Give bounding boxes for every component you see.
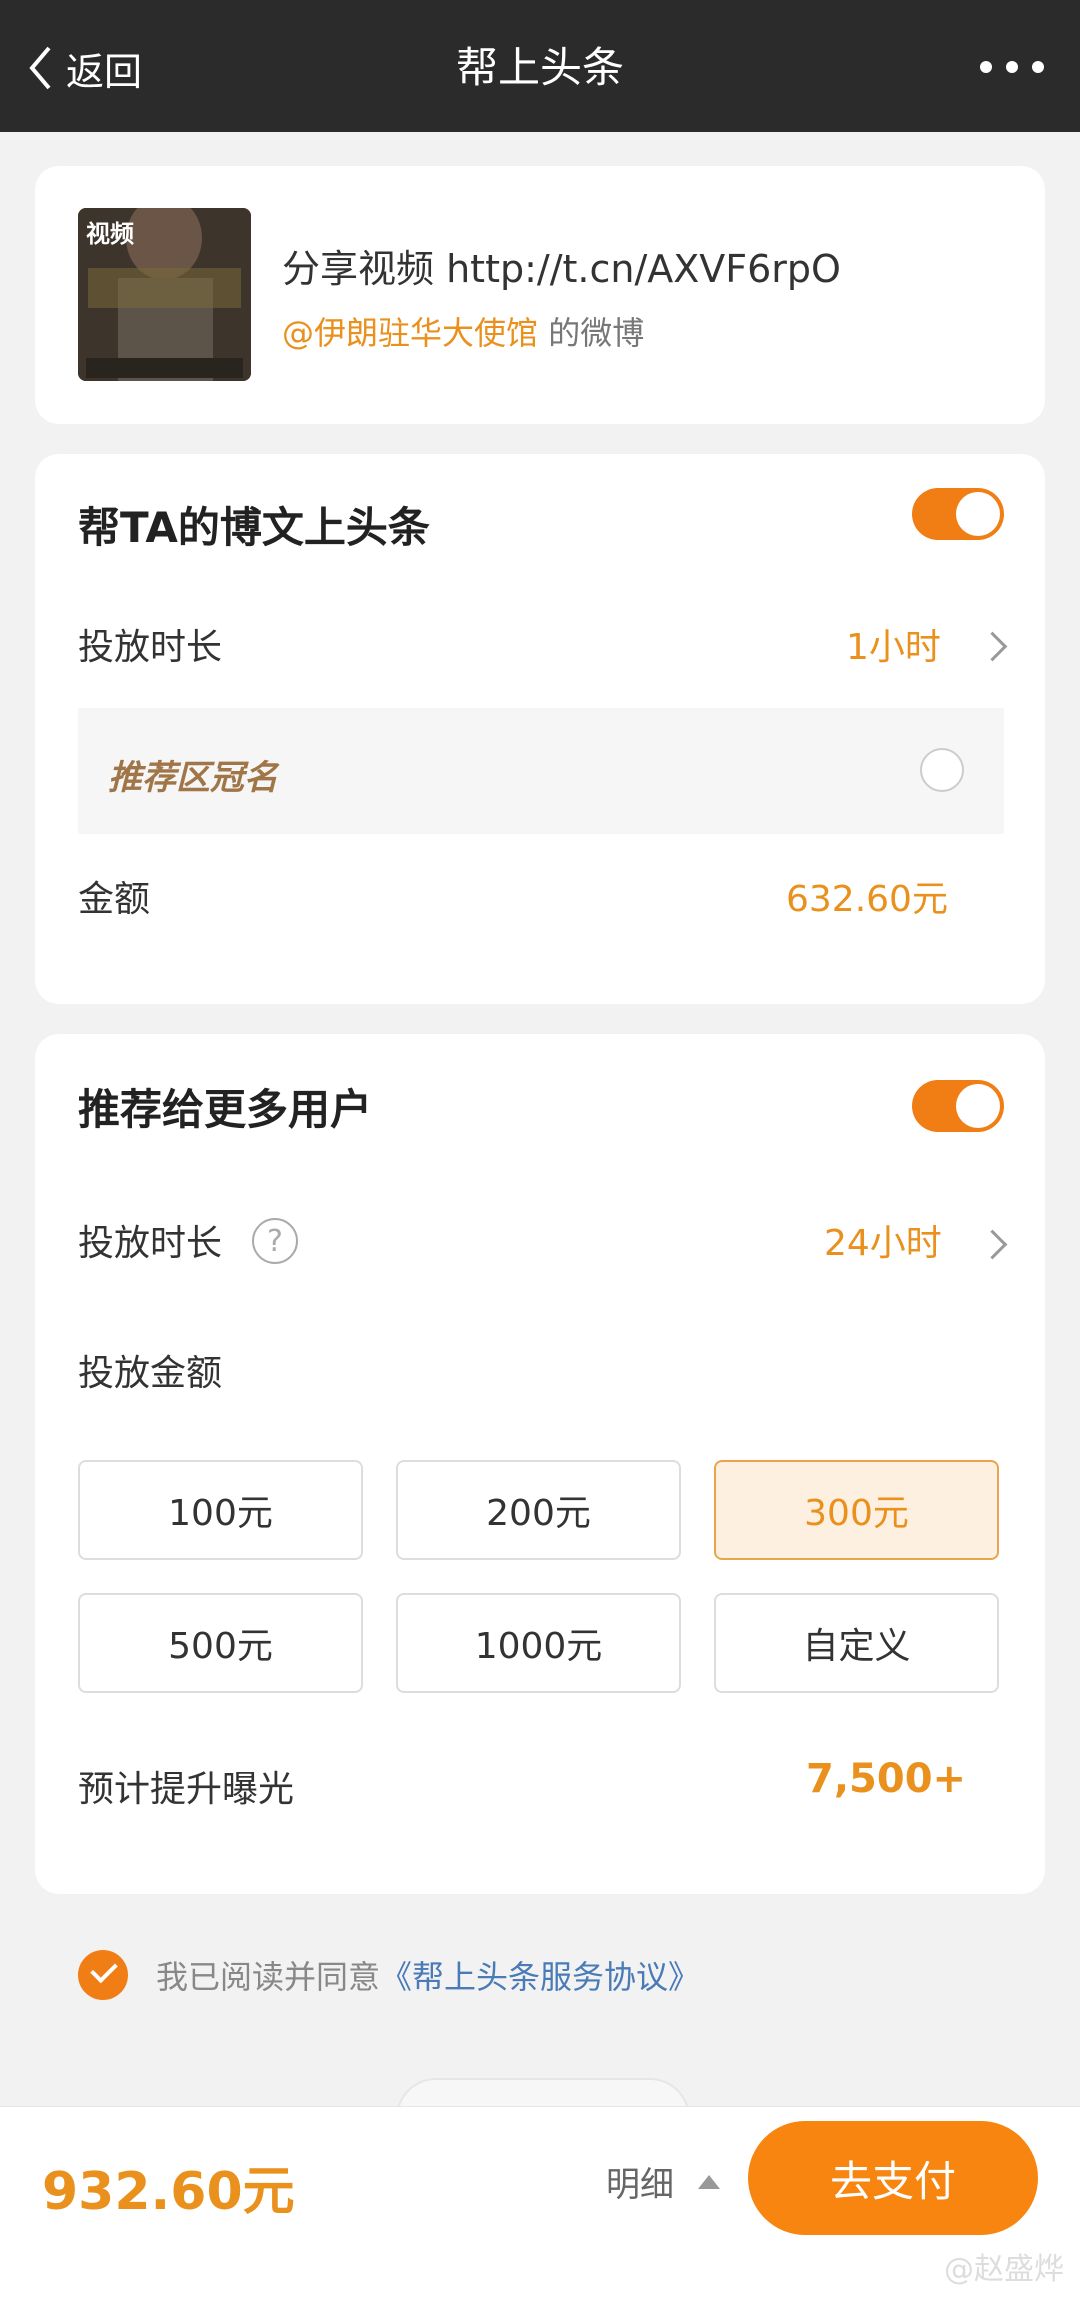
headline-duration-value[interactable]: 1小时 xyxy=(846,618,941,670)
back-button[interactable]: 返回 xyxy=(28,38,142,98)
recommend-duration-value[interactable]: 24小时 xyxy=(824,1214,942,1266)
amount-option-200[interactable]: 200元 xyxy=(396,1460,681,1560)
detail-toggle[interactable]: 明细 xyxy=(606,2157,674,2206)
sponsor-label: 推荐区冠名 xyxy=(108,758,278,798)
amount-option-100[interactable]: 100元 xyxy=(78,1460,363,1560)
agreement-text: 我已阅读并同意《帮上头条服务协议》 xyxy=(156,1952,700,1998)
agreement-prefix: 我已阅读并同意 xyxy=(156,1958,381,1996)
author-link[interactable]: @伊朗驻华大使馆 xyxy=(282,314,538,352)
help-icon[interactable]: ? xyxy=(252,1218,298,1264)
caret-up-icon[interactable] xyxy=(698,2175,720,2189)
bottom-bar: 932.60元 明细 去支付 @赵盛烨 xyxy=(0,2106,1080,2300)
pay-button[interactable]: 去支付 xyxy=(748,2121,1038,2235)
video-tag: 视频 xyxy=(86,220,134,248)
page-title: 帮上头条 xyxy=(455,43,624,92)
amount-option-500[interactable]: 500元 xyxy=(78,1593,363,1693)
total-amount: 932.60元 xyxy=(42,2162,295,2222)
headline-amount-value: 632.60元 xyxy=(786,879,948,920)
watermark: @赵盛烨 xyxy=(944,2252,1064,2287)
recommend-section-title: 推荐给更多用户 xyxy=(78,1085,373,1134)
headline-amount-label: 金额 xyxy=(78,879,151,920)
headline-duration-label: 投放时长 xyxy=(78,627,223,668)
exposure-value: 7,500+ xyxy=(806,1756,967,1802)
chevron-left-icon xyxy=(29,46,51,90)
share-text[interactable]: 分享视频 http://t.cn/AXVF6rpO xyxy=(282,238,841,293)
author-suffix: 的微博 xyxy=(538,314,645,352)
top-bar: 返回 帮上头条 xyxy=(0,0,1080,132)
amount-option-1000[interactable]: 1000元 xyxy=(396,1593,681,1693)
amount-option-custom[interactable]: 自定义 xyxy=(714,1593,999,1693)
amount-option-300[interactable]: 300元 xyxy=(714,1460,999,1560)
back-label: 返回 xyxy=(66,49,143,94)
headline-section-title: 帮TA的博文上头条 xyxy=(78,503,430,552)
sponsor-option-row[interactable]: 推荐区冠名 xyxy=(78,708,1004,834)
recommend-amount-label: 投放金额 xyxy=(78,1353,223,1394)
more-options-icon[interactable] xyxy=(980,52,1044,82)
exposure-label: 预计提升曝光 xyxy=(78,1769,295,1810)
sponsor-radio[interactable] xyxy=(920,748,964,792)
headline-toggle[interactable] xyxy=(912,488,1004,540)
post-author-line: @伊朗驻华大使馆 的微博 xyxy=(282,308,644,354)
video-thumbnail[interactable]: 视频 xyxy=(78,208,251,381)
agreement-checkbox[interactable] xyxy=(78,1950,128,2000)
agreement-link[interactable]: 《帮上头条服务协议》 xyxy=(380,1958,700,1996)
recommend-duration-label: 投放时长 xyxy=(78,1223,223,1264)
recommend-toggle[interactable] xyxy=(912,1080,1004,1132)
